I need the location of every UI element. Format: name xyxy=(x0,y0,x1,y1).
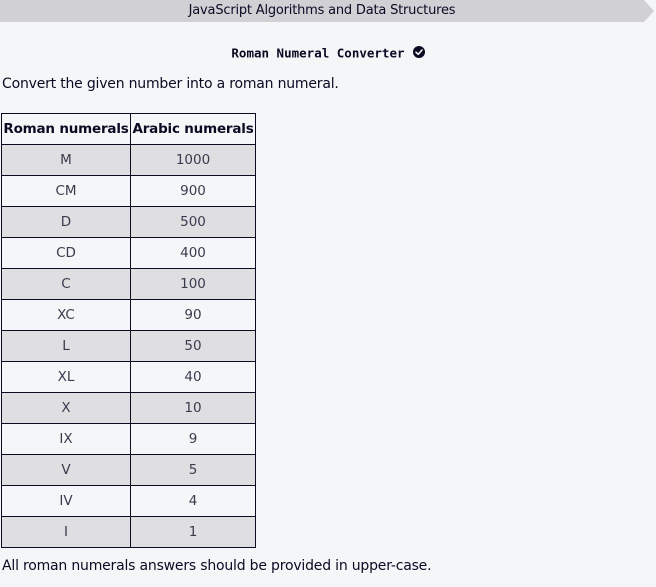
roman-cell: M xyxy=(1,144,131,176)
roman-cell: V xyxy=(1,454,131,486)
arabic-cell: 1 xyxy=(130,516,256,548)
roman-cell: XC xyxy=(1,299,131,331)
table-row: CM 900 xyxy=(1,175,256,207)
table-row: XL 40 xyxy=(1,361,256,393)
roman-cell: I xyxy=(1,516,131,548)
roman-cell: D xyxy=(1,206,131,238)
roman-cell: CD xyxy=(1,237,131,269)
completed-check-icon xyxy=(412,43,425,63)
challenge-description: Convert the given number into a roman nu… xyxy=(2,76,339,92)
arabic-cell: 100 xyxy=(130,268,256,300)
table-row: CD 400 xyxy=(1,237,256,269)
column-header-roman: Roman numerals xyxy=(1,113,131,145)
table-row: L 50 xyxy=(1,330,256,362)
table-row: X 10 xyxy=(1,392,256,424)
roman-cell: CM xyxy=(1,175,131,207)
breadcrumb-label[interactable]: JavaScript Algorithms and Data Structure… xyxy=(0,0,644,22)
arabic-cell: 40 xyxy=(130,361,256,393)
table-row: D 500 xyxy=(1,206,256,238)
table-row: V 5 xyxy=(1,454,256,486)
table-row: XC 90 xyxy=(1,299,256,331)
roman-cell: XL xyxy=(1,361,131,393)
table-row: IX 9 xyxy=(1,423,256,455)
uppercase-note: All roman numerals answers should be pro… xyxy=(2,558,432,574)
challenge-title: Roman Numeral Converter xyxy=(231,45,405,61)
arabic-cell: 400 xyxy=(130,237,256,269)
roman-cell: IX xyxy=(1,423,131,455)
roman-cell: IV xyxy=(1,485,131,517)
roman-cell: L xyxy=(1,330,131,362)
roman-numerals-table: Roman numerals Arabic numerals M 1000 CM… xyxy=(1,113,256,548)
arabic-cell: 900 xyxy=(130,175,256,207)
challenge-header: Roman Numeral Converter xyxy=(0,43,656,63)
column-header-arabic: Arabic numerals xyxy=(130,113,256,145)
table-row: I 1 xyxy=(1,516,256,548)
arabic-cell: 90 xyxy=(130,299,256,331)
table-row: IV 4 xyxy=(1,485,256,517)
table-row: M 1000 xyxy=(1,144,256,176)
roman-cell: X xyxy=(1,392,131,424)
arabic-cell: 9 xyxy=(130,423,256,455)
arabic-cell: 4 xyxy=(130,485,256,517)
table-row: C 100 xyxy=(1,268,256,300)
breadcrumb[interactable]: JavaScript Algorithms and Data Structure… xyxy=(0,0,656,22)
arabic-cell: 1000 xyxy=(130,144,256,176)
arabic-cell: 50 xyxy=(130,330,256,362)
roman-cell: C xyxy=(1,268,131,300)
arabic-cell: 10 xyxy=(130,392,256,424)
table-header-row: Roman numerals Arabic numerals xyxy=(1,113,256,145)
arabic-cell: 500 xyxy=(130,206,256,238)
arabic-cell: 5 xyxy=(130,454,256,486)
